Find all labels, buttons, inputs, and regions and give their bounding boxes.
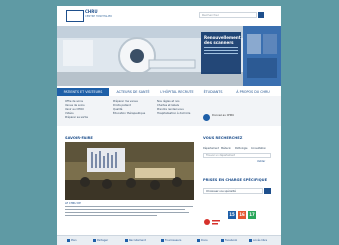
emergency-badge-17[interactable]: 17 (248, 211, 256, 219)
menu-link[interactable]: Vidéos (65, 112, 74, 115)
search-submit-link[interactable]: Valider (257, 160, 265, 163)
news-text (65, 206, 194, 218)
department-search-input[interactable]: Trouver un département (203, 153, 271, 158)
hero-card-line (204, 50, 238, 51)
logo-title[interactable]: CHRU (85, 10, 98, 14)
menu-link[interactable]: Préparer ma venue (113, 100, 138, 103)
menu-link[interactable]: Hospitalisation à domicile (157, 112, 190, 115)
logo-icon[interactable] (66, 10, 84, 22)
menu-link[interactable]: Prendre rendez-vous (157, 108, 184, 111)
tab-consultation[interactable]: Consultation (251, 146, 266, 151)
site-header: CHRU CENTRE HOSPITALIER Rechercher (57, 6, 281, 26)
tab-etudiants[interactable]: ÉTUDIANTS (199, 88, 227, 96)
hero-image (57, 26, 281, 86)
sub-menu: Offre de soins Venue de soins Venir au C… (57, 96, 281, 126)
hero-banner[interactable]: Renouvellement des scanners (57, 26, 281, 86)
specialties-title: PRISES EN CHARGE SPÉCIFIQUE (203, 178, 268, 182)
emergency-badge-16[interactable]: 16 (238, 211, 246, 219)
tab-recrute[interactable]: L'HÔPITAL RECRUTE (157, 88, 197, 96)
heart-icon (197, 238, 200, 242)
footer-item-recruitment[interactable]: Recrutement (125, 236, 146, 245)
tab-pathologie[interactable]: Pathologie (235, 146, 248, 151)
footer-item-access[interactable]: Accès libre (249, 236, 267, 245)
footer-item-plan[interactable]: Plan (67, 236, 77, 245)
menu-link[interactable]: Éducation thérapeutique (113, 112, 145, 115)
search-placeholder: Rechercher (202, 13, 219, 17)
footer-bar: Plan Partager Recrutement Fournisseurs D… (57, 235, 281, 245)
footer-item-suppliers[interactable]: Fournisseurs (161, 236, 181, 245)
tab-a-propos[interactable]: À PROPOS DU CHRU (229, 88, 277, 96)
truck-icon (161, 238, 164, 242)
menu-link[interactable]: Offre de soins (65, 100, 83, 103)
donate-link[interactable]: Donnez au CHRU (212, 114, 252, 117)
menu-link[interactable]: Chartes et labels (157, 104, 179, 107)
department-search-placeholder: Trouver un département (206, 154, 236, 157)
news-section-title: SAVOIR-FAIRE (65, 136, 93, 140)
news-caption[interactable]: LE CHRU DE (65, 202, 194, 205)
tab-acteurs[interactable]: ACTEURS DE SANTÉ (111, 88, 155, 96)
menu-link[interactable]: Qualité (113, 108, 122, 111)
menu-link[interactable]: Nos règles et nos (157, 100, 179, 103)
search-button[interactable] (258, 12, 264, 18)
donate-icon[interactable] (203, 114, 210, 121)
emergency-badge-15[interactable]: 15 (228, 211, 236, 219)
specialty-go-button[interactable] (264, 188, 271, 194)
specialty-select[interactable]: Choisissez une spécialité (203, 188, 263, 194)
map-icon (67, 238, 70, 242)
search-widget-title: VOUS RECHERCHEZ (203, 136, 243, 140)
hero-card[interactable]: Renouvellement des scanners (201, 32, 241, 74)
footer-item-facebook[interactable]: Facebook (221, 236, 237, 245)
tab-patients[interactable]: PATIENTS ET VISITEURS (57, 88, 109, 96)
briefcase-icon (125, 238, 128, 242)
footer-item-share[interactable]: Partager (93, 236, 108, 245)
emergency-logo-icon (203, 211, 221, 225)
specialty-select-value: Choisissez une spécialité (206, 190, 236, 193)
news-image[interactable] (65, 142, 194, 200)
menu-link[interactable]: Venir au CHRU (65, 108, 84, 111)
search-input[interactable]: Rechercher (199, 12, 257, 18)
menu-link[interactable]: Préparer sa sortie (65, 116, 88, 119)
hero-card-line (204, 47, 238, 48)
menu-link[interactable]: Venue de soins (65, 104, 85, 107)
share-icon (93, 238, 96, 242)
tab-medecin[interactable]: Médecin (221, 146, 231, 151)
web-page: CHRU CENTRE HOSPITALIER Rechercher Renou… (57, 6, 281, 245)
search-widget-tabs: Département Médecin Pathologie Consultat… (203, 146, 271, 151)
tab-department[interactable]: Département (203, 146, 219, 151)
facebook-icon (221, 238, 224, 242)
hero-card-line (204, 53, 238, 54)
logo-subtitle: CENTRE HOSPITALIER (85, 15, 113, 18)
main-nav: PATIENTS ET VISITEURS ACTEURS DE SANTÉ L… (57, 88, 281, 96)
menu-link[interactable]: Droits patient (113, 104, 131, 107)
hero-card-title: Renouvellement des scanners (204, 35, 241, 45)
footer-item-donations[interactable]: Dons (197, 236, 208, 245)
accessibility-icon (249, 238, 252, 242)
news-photo (65, 142, 194, 200)
